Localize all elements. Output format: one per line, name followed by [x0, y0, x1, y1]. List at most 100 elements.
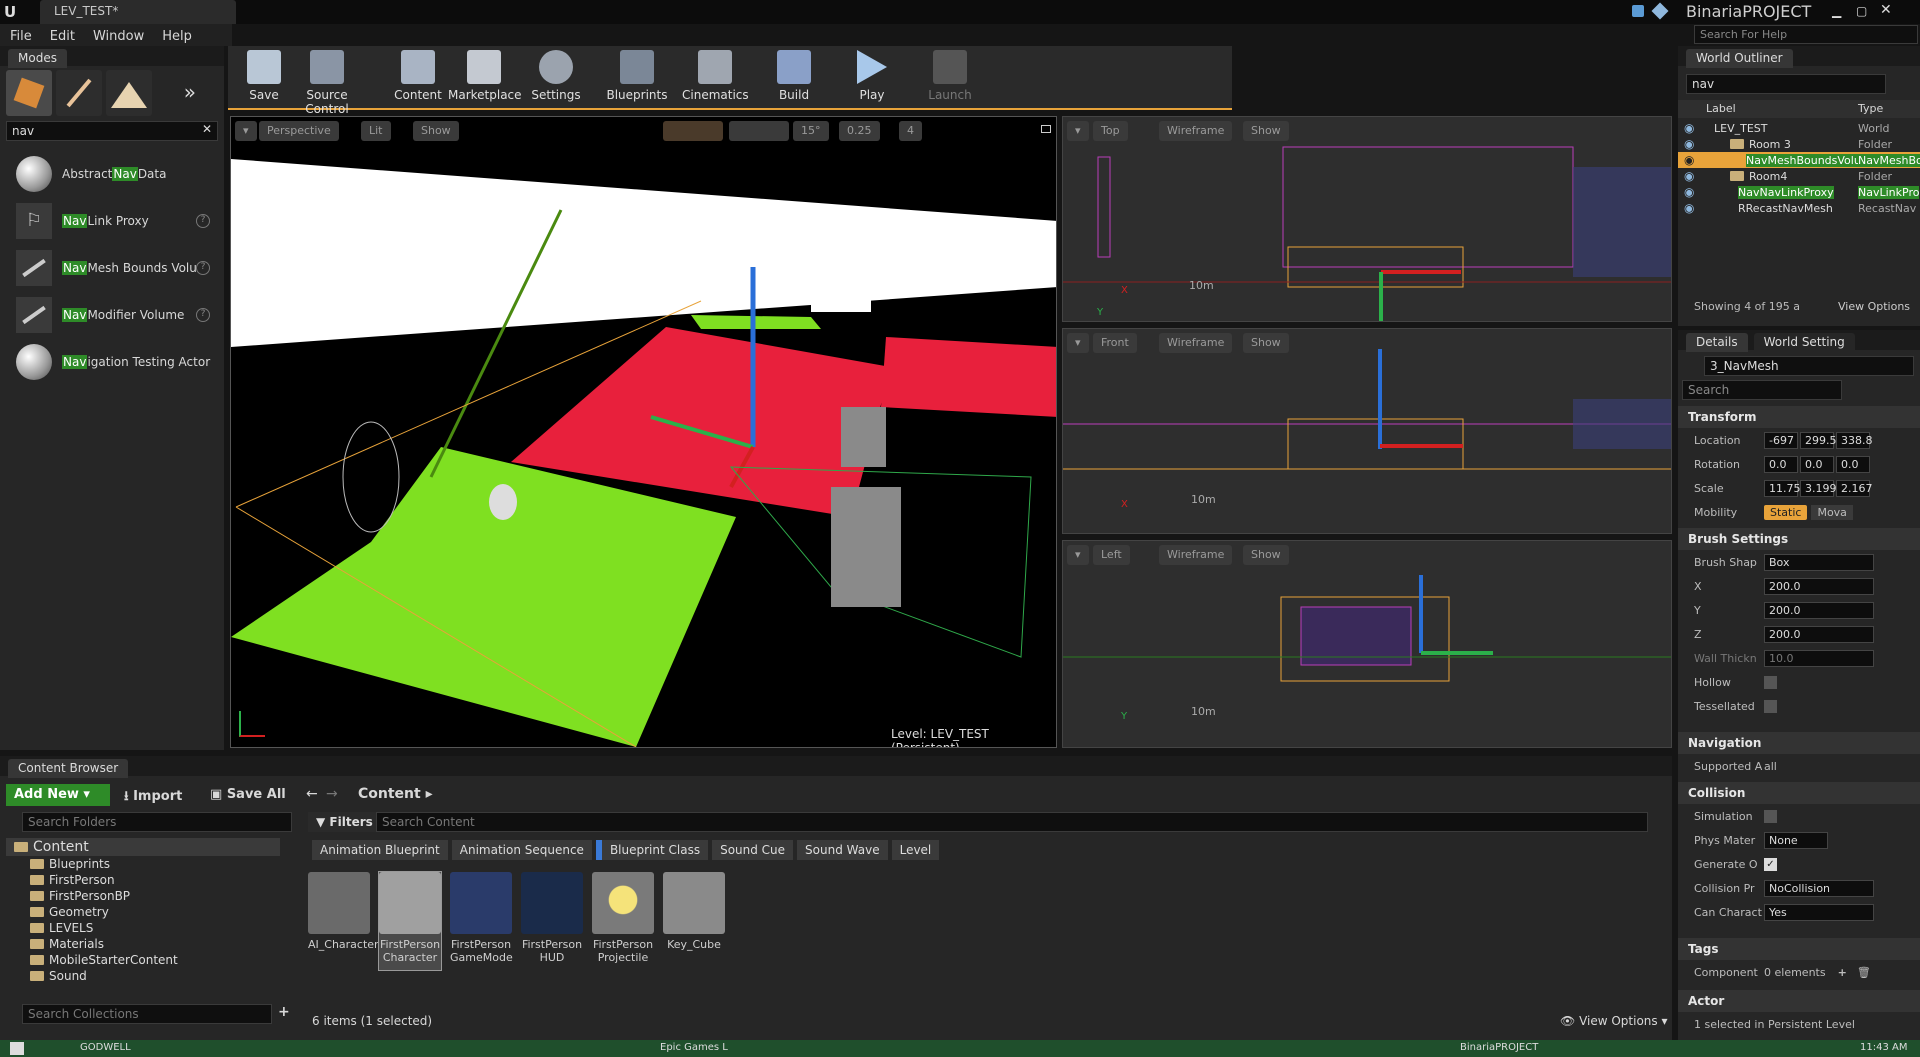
- world-settings-tab[interactable]: World Setting: [1753, 333, 1855, 352]
- collision-section[interactable]: Collision: [1678, 782, 1920, 804]
- close-window-button[interactable]: ✕: [1880, 2, 1900, 18]
- type-column-header[interactable]: Type: [1858, 102, 1883, 115]
- top-viewport[interactable]: ▾ Top Wireframe Show 10m X Y: [1062, 116, 1672, 322]
- tree-item[interactable]: LEVELS: [6, 920, 280, 936]
- filter-chip[interactable]: Sound Cue: [712, 840, 794, 860]
- left-show-button[interactable]: Show: [1243, 545, 1289, 565]
- start-icon[interactable]: [10, 1042, 24, 1055]
- build-button[interactable]: Build: [764, 50, 824, 106]
- launch-button[interactable]: Launch: [920, 50, 980, 106]
- outliner-row[interactable]: ◉ NavNavLinkProxy NavLinkPro: [1678, 184, 1920, 200]
- eye-icon[interactable]: ◉: [1684, 121, 1700, 135]
- top-show-button[interactable]: Show: [1243, 121, 1289, 141]
- details-search-input[interactable]: Search: [1682, 380, 1842, 400]
- eye-icon[interactable]: ◉: [1684, 169, 1700, 183]
- modes-tab[interactable]: Modes: [8, 49, 67, 68]
- location-z[interactable]: 338.8: [1836, 431, 1873, 449]
- asset-tile[interactable]: FirstPerson HUD: [521, 872, 583, 970]
- angle-snap-value[interactable]: 15°: [793, 121, 829, 141]
- paint-mode-icon[interactable]: [56, 70, 102, 116]
- brush-shape-select[interactable]: Box: [1764, 553, 1874, 571]
- asset-tile-selected[interactable]: FirstPerson Character: [378, 871, 442, 971]
- outliner-search-input[interactable]: nav: [1686, 74, 1886, 94]
- grid-snap-button[interactable]: [729, 121, 789, 141]
- eye-icon[interactable]: ◉: [1684, 137, 1700, 151]
- transform-tools[interactable]: [663, 121, 723, 141]
- taskbar-item[interactable]: BinariaPROJECT: [1460, 1042, 1538, 1053]
- tessellated-checkbox[interactable]: [1764, 699, 1777, 713]
- taskbar-item[interactable]: Epic Games L: [660, 1042, 728, 1053]
- filter-chip[interactable]: Level: [891, 840, 940, 860]
- top-wireframe-button[interactable]: Wireframe: [1159, 121, 1233, 141]
- more-modes-icon[interactable]: »: [156, 70, 196, 116]
- search-content-input[interactable]: Search Content: [376, 812, 1648, 832]
- mode-item-nav-mesh-bounds-volume[interactable]: Nav Mesh Bounds Volu ?: [0, 244, 224, 291]
- import-button[interactable]: ⭳ Import: [124, 787, 182, 809]
- add-collection-icon[interactable]: +: [278, 1004, 290, 1020]
- notification-icon[interactable]: [1632, 5, 1644, 17]
- outliner-row[interactable]: ◉ LEV_TEST World: [1678, 120, 1920, 136]
- search-folders-input[interactable]: Search Folders: [22, 812, 292, 832]
- navigation-section[interactable]: Navigation: [1678, 732, 1920, 754]
- add-tag-icon[interactable]: +: [1838, 966, 1847, 979]
- filter-chip[interactable]: Sound Wave: [797, 840, 888, 860]
- tree-item[interactable]: Geometry: [6, 904, 280, 920]
- tags-section[interactable]: Tags: [1678, 938, 1920, 960]
- object-name-field[interactable]: 3_NavMesh: [1704, 356, 1914, 376]
- top-viewport-options[interactable]: ▾: [1067, 121, 1089, 141]
- outliner-row-selected[interactable]: ◉ NavMeshBoundsVolume NavMeshBo: [1678, 152, 1920, 168]
- actor-section[interactable]: Actor: [1678, 990, 1920, 1012]
- path-breadcrumb[interactable]: Content ▸: [358, 786, 433, 802]
- menu-help[interactable]: Help: [162, 29, 192, 44]
- content-view-options[interactable]: 👁 View Options ▾: [1560, 1014, 1668, 1028]
- asset-tile[interactable]: FirstPerson GameMode: [450, 872, 513, 970]
- help-icon[interactable]: ?: [196, 307, 210, 322]
- show-button[interactable]: Show: [413, 121, 459, 141]
- add-new-button[interactable]: Add New ▾: [6, 784, 110, 806]
- supported-agents-value[interactable]: all: [1764, 760, 1777, 773]
- modes-search-input[interactable]: nav ✕: [6, 121, 218, 141]
- content-browser-tab[interactable]: Content Browser: [8, 759, 129, 778]
- mode-item-nav-link-proxy[interactable]: ⚐ Nav Link Proxy ?: [0, 197, 224, 244]
- brush-y-field[interactable]: 200.0: [1764, 601, 1874, 619]
- scale-snap-value[interactable]: 0.25: [839, 121, 880, 141]
- eye-icon[interactable]: ◉: [1684, 185, 1700, 199]
- taskbar-item[interactable]: GODWELL: [80, 1042, 131, 1053]
- back-arrow-icon[interactable]: ←: [306, 786, 318, 802]
- blueprints-button[interactable]: Blueprints: [604, 50, 670, 106]
- settings-button[interactable]: Settings: [526, 50, 586, 106]
- label-column-header[interactable]: Label: [1706, 102, 1736, 115]
- tree-item[interactable]: Blueprints: [6, 856, 280, 872]
- phys-material-select[interactable]: None: [1764, 831, 1828, 849]
- asset-tile[interactable]: AI_Character: [308, 872, 379, 970]
- hollow-checkbox[interactable]: [1764, 675, 1777, 689]
- viewport-options-button[interactable]: ▾: [235, 121, 257, 141]
- content-button[interactable]: Content: [388, 50, 448, 106]
- marketplace-button[interactable]: Marketplace: [448, 50, 522, 106]
- scale-x[interactable]: 11.75: [1764, 479, 1801, 497]
- clear-search-icon[interactable]: ✕: [202, 122, 212, 136]
- brush-settings-section[interactable]: Brush Settings: [1678, 528, 1920, 550]
- can-character-step-select[interactable]: Yes: [1764, 903, 1874, 921]
- asset-tile[interactable]: Key_Cube: [663, 872, 725, 970]
- camera-speed-value[interactable]: 4: [899, 121, 922, 141]
- menu-file[interactable]: File: [10, 29, 32, 44]
- perspective-viewport[interactable]: ▾ Perspective Lit Show 15° 0.25 4 Level:…: [230, 116, 1057, 748]
- brush-z-field[interactable]: 200.0: [1764, 625, 1874, 643]
- mobility-movable-button[interactable]: Mova: [1811, 504, 1853, 520]
- mode-item-abstract-nav-data[interactable]: Abstract Nav Data: [0, 150, 224, 197]
- outliner-tab[interactable]: World Outliner: [1686, 49, 1793, 68]
- filter-chip[interactable]: Animation Sequence: [451, 840, 592, 860]
- menu-window[interactable]: Window: [93, 29, 144, 44]
- tree-item[interactable]: Materials: [6, 936, 280, 952]
- location-y[interactable]: 299.5: [1800, 431, 1837, 449]
- tree-item[interactable]: FirstPersonBP: [6, 888, 280, 904]
- left-viewport[interactable]: ▾ Left Wireframe Show 10m Y: [1062, 540, 1672, 748]
- save-all-button[interactable]: ▣ Save All: [210, 787, 286, 802]
- top-view-button[interactable]: Top: [1093, 121, 1128, 141]
- menu-edit[interactable]: Edit: [50, 29, 75, 44]
- perspective-button[interactable]: Perspective: [259, 121, 339, 141]
- location-x[interactable]: -697: [1764, 431, 1798, 449]
- filter-chip[interactable]: Blueprint Class: [595, 840, 709, 860]
- mobility-static-button[interactable]: Static: [1764, 504, 1808, 520]
